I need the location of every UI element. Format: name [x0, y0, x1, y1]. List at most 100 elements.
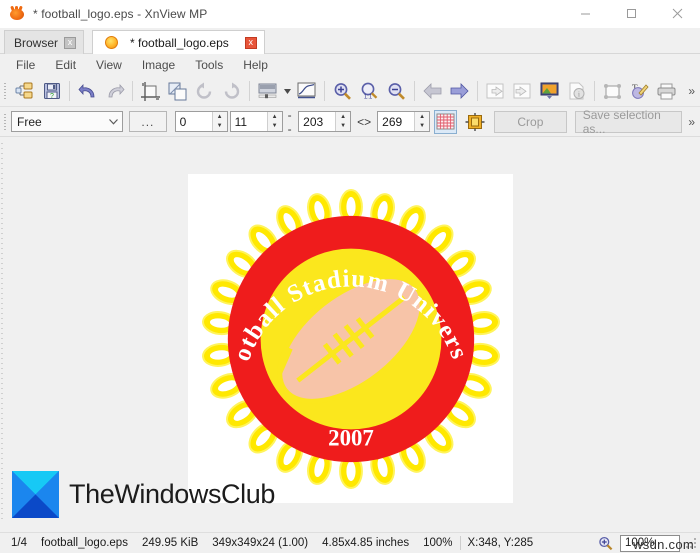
- print-icon[interactable]: [653, 79, 680, 104]
- watermark-label: TheWindowsClub: [69, 479, 275, 509]
- aspect-ratio-value: Free: [17, 114, 42, 129]
- xnview-window: * football_logo.eps - XnView MP Browser …: [0, 0, 700, 553]
- svg-text:?: ?: [50, 93, 54, 100]
- spin-up-icon[interactable]: ▲: [213, 112, 227, 122]
- minimize-button[interactable]: [562, 0, 608, 28]
- zoom-in-icon[interactable]: [329, 79, 356, 104]
- info-icon[interactable]: i: [563, 79, 590, 104]
- rotate-right-icon[interactable]: [218, 79, 245, 104]
- panel-drag-handle[interactable]: [0, 137, 5, 532]
- resize-icon[interactable]: [164, 79, 191, 104]
- window-controls: [562, 0, 700, 28]
- grid-overlay-icon[interactable]: [434, 109, 457, 134]
- status-page-index: 1/4: [11, 537, 27, 549]
- toolbar-overflow-button[interactable]: »: [682, 84, 700, 98]
- status-dimensions: 349x349x24 (1.00): [212, 537, 309, 549]
- adjust-dropdown-icon[interactable]: [281, 88, 293, 94]
- menu-image[interactable]: Image: [132, 56, 185, 74]
- spin-up-icon[interactable]: ▲: [415, 112, 429, 122]
- status-filesize: 249.95 KiB: [141, 537, 199, 549]
- menu-edit[interactable]: Edit: [45, 56, 86, 74]
- spin-down-icon[interactable]: ▼: [213, 122, 227, 132]
- slideshow-icon[interactable]: [536, 79, 563, 104]
- redo-icon[interactable]: [101, 79, 128, 104]
- save-icon[interactable]: ?: [38, 79, 65, 104]
- selection-x-arrows[interactable]: ▲ ▼: [211, 112, 227, 132]
- selection-x-stepper[interactable]: ▲ ▼: [174, 111, 228, 132]
- close-button[interactable]: [654, 0, 700, 28]
- selection-height-stepper[interactable]: ▲ ▼: [377, 111, 431, 132]
- save-selection-button[interactable]: Save selection as...: [574, 108, 683, 136]
- curves-icon[interactable]: [293, 79, 320, 104]
- window-resize-grip[interactable]: [684, 536, 698, 550]
- undo-icon[interactable]: [74, 79, 101, 104]
- selection-y-input[interactable]: [230, 112, 267, 131]
- selection-options-button[interactable]: ...: [129, 111, 167, 132]
- svg-text:i: i: [578, 90, 580, 98]
- next-icon[interactable]: [446, 79, 473, 104]
- toolbar-drag-handle[interactable]: [2, 80, 9, 102]
- status-bar: 1/4 football_logo.eps 249.95 KiB 349x349…: [0, 532, 700, 553]
- spin-down-icon[interactable]: ▼: [415, 122, 429, 132]
- selection-width-input[interactable]: [299, 112, 336, 131]
- menu-help[interactable]: Help: [233, 56, 278, 74]
- selection-toolbar-overflow-button[interactable]: »: [682, 115, 700, 129]
- menu-file[interactable]: File: [6, 56, 45, 74]
- previous-icon[interactable]: [419, 79, 446, 104]
- edit-text-icon[interactable]: T: [626, 79, 653, 104]
- selection-x-input[interactable]: [175, 112, 212, 131]
- zoom-level-input[interactable]: 100%: [620, 534, 680, 552]
- crop-button[interactable]: Crop: [494, 110, 567, 133]
- image-canvas-area[interactable]: Football Stadium University 2007 TheWind…: [0, 137, 700, 532]
- adjust-icon[interactable]: [254, 79, 281, 104]
- previous-page-icon[interactable]: [482, 79, 509, 104]
- selection-width-arrows[interactable]: ▲ ▼: [335, 112, 351, 132]
- selection-toolbar: Free ... ▲ ▼ ▲ ▼ -- ▲ ▼: [0, 107, 700, 137]
- zoom-out-icon[interactable]: [383, 79, 410, 104]
- crop-icon[interactable]: [137, 79, 164, 104]
- title-bar: * football_logo.eps - XnView MP: [0, 0, 700, 28]
- next-page-icon[interactable]: [509, 79, 536, 104]
- menu-bar: File Edit View Image Tools Help: [0, 54, 700, 76]
- menu-view[interactable]: View: [86, 56, 132, 74]
- tab-football-logo-close-icon[interactable]: x: [244, 36, 257, 49]
- selection-toolbar-drag-handle[interactable]: [2, 111, 9, 133]
- chevron-down-icon: [107, 118, 120, 125]
- rotate-left-icon[interactable]: [191, 79, 218, 104]
- tab-document-icon: [105, 36, 119, 49]
- tab-browser-label: Browser: [14, 35, 59, 50]
- selection-height-arrows[interactable]: ▲ ▼: [414, 112, 430, 132]
- logo-year-text: 2007: [328, 425, 374, 450]
- maximize-button[interactable]: [608, 0, 654, 28]
- aspect-ratio-select[interactable]: Free: [11, 111, 124, 132]
- status-filename: football_logo.eps: [41, 537, 128, 549]
- tab-browser[interactable]: Browser x: [4, 30, 85, 54]
- status-print-size: 4.85x4.85 inches: [322, 537, 410, 549]
- size-separator-label: --: [287, 107, 292, 136]
- spin-up-icon[interactable]: ▲: [336, 112, 350, 122]
- selection-height-input[interactable]: [378, 112, 415, 131]
- window-title: * football_logo.eps - XnView MP: [33, 6, 208, 21]
- tab-football-logo-label: * football_logo.eps: [130, 35, 229, 50]
- spin-down-icon[interactable]: ▼: [336, 122, 350, 132]
- tab-strip: Browser x * football_logo.eps x: [0, 28, 700, 54]
- windows-club-logo-icon: [12, 471, 59, 518]
- status-zoom-percent: 100%: [423, 537, 453, 549]
- image-viewport[interactable]: Football Stadium University 2007: [188, 174, 513, 503]
- browser-organize-icon[interactable]: [11, 79, 38, 104]
- svg-text:1:1: 1:1: [364, 94, 373, 100]
- center-selection-icon[interactable]: [464, 110, 486, 134]
- selection-y-stepper[interactable]: ▲ ▼: [229, 111, 283, 132]
- tab-browser-close-icon[interactable]: x: [64, 36, 77, 49]
- menu-tools[interactable]: Tools: [185, 56, 233, 74]
- status-cursor-position: X:348, Y:285: [467, 537, 534, 549]
- zoom-tool-icon[interactable]: [598, 536, 613, 551]
- spin-down-icon[interactable]: ▼: [268, 122, 282, 132]
- tab-football-logo[interactable]: * football_logo.eps x: [92, 30, 265, 54]
- spin-up-icon[interactable]: ▲: [268, 112, 282, 122]
- selection-y-arrows[interactable]: ▲ ▼: [266, 112, 282, 132]
- selection-width-stepper[interactable]: ▲ ▼: [298, 111, 352, 132]
- fullscreen-icon[interactable]: [599, 79, 626, 104]
- position-separator-label: <>: [357, 114, 372, 129]
- zoom-actual-icon[interactable]: 1:1: [356, 79, 383, 104]
